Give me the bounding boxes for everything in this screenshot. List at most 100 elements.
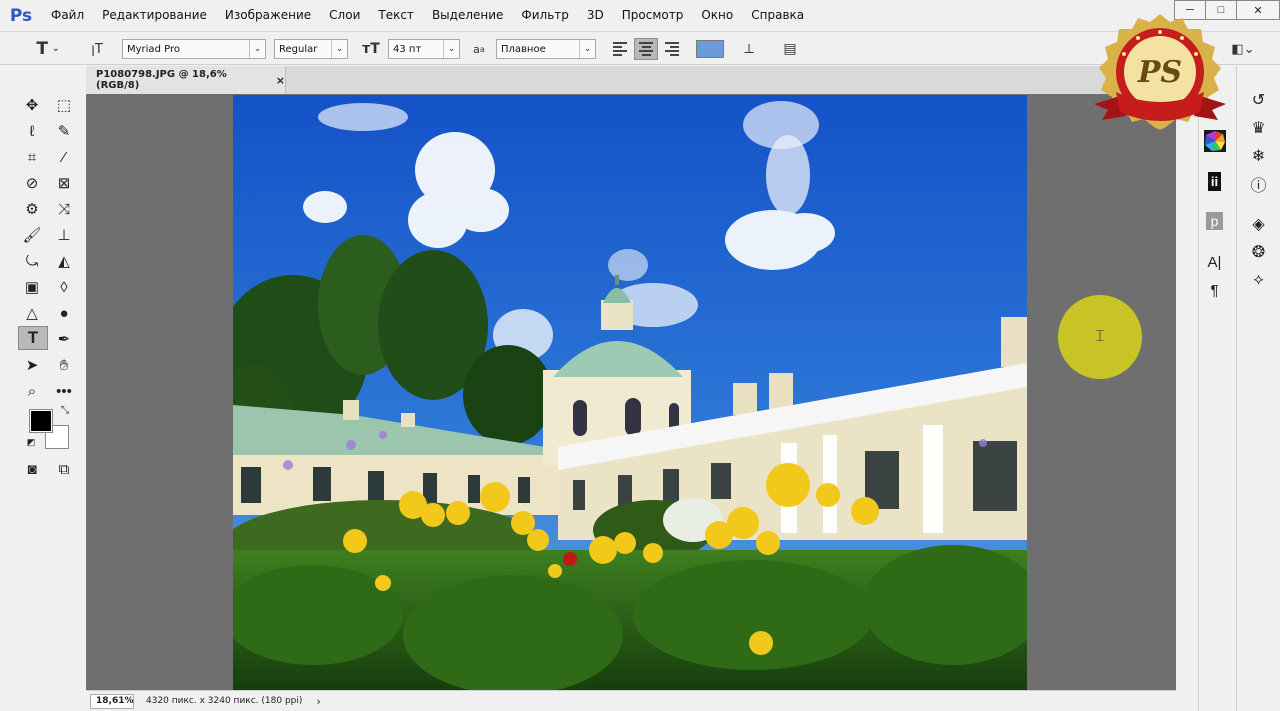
pen-tool[interactable]: ✒︎	[52, 328, 76, 350]
tool-preset-picker[interactable]: T ⌄	[30, 39, 66, 59]
more-tools[interactable]: •••	[52, 380, 76, 402]
font-style-select[interactable]: Regular ⌄	[274, 39, 348, 59]
align-right-icon	[665, 42, 679, 56]
chevron-down-icon: ⌄	[52, 44, 60, 54]
close-button[interactable]: ✕	[1236, 0, 1280, 20]
crop-tool[interactable]: ⌗	[20, 146, 44, 168]
warp-text-icon: ⟂	[744, 41, 754, 57]
channels-panel-button[interactable]: ❂	[1237, 240, 1280, 264]
zoom-tool[interactable]: ⌕	[20, 380, 44, 402]
quick-selection-tool[interactable]: ✎	[52, 120, 76, 142]
align-center-button[interactable]	[634, 38, 658, 60]
text-color-swatch[interactable]	[696, 40, 724, 58]
menu-help[interactable]: Справка	[742, 0, 813, 31]
layers-panel-button[interactable]: ◈	[1237, 212, 1280, 236]
type-tool[interactable]: T	[18, 326, 48, 350]
document-canvas[interactable]	[233, 95, 1027, 691]
font-size-value: 43 пт	[393, 43, 422, 55]
snowflake-icon: ❄	[1251, 148, 1266, 165]
align-left-button[interactable]	[608, 38, 632, 60]
dodge-icon: ●	[59, 304, 69, 322]
menu-type[interactable]: Текст	[369, 0, 423, 31]
plugin-p-button[interactable]: p	[1199, 208, 1230, 234]
text-cursor-icon: ⌶	[1095, 328, 1105, 345]
tab-strip	[286, 66, 1176, 94]
chevron-down-icon: ⌄	[331, 40, 347, 58]
history-icon: ↺	[1251, 92, 1266, 109]
marquee-icon: ⬚	[56, 97, 72, 114]
move-tool[interactable]: ✥	[20, 94, 44, 116]
patch-tool[interactable]: ⊠	[52, 172, 76, 194]
workspace-icon: ◧⌄	[1231, 41, 1255, 57]
menu-3d[interactable]: 3D	[578, 0, 613, 31]
bandage-icon: ⊘	[25, 175, 39, 192]
quick-selection-icon: ✎	[57, 123, 71, 140]
path-selection-tool[interactable]: ➤	[20, 354, 44, 376]
warp-text-button[interactable]: ⟂	[738, 39, 760, 59]
menu-file[interactable]: Файл	[42, 0, 93, 31]
screen-mode-button[interactable]: ⧉	[52, 458, 76, 480]
shuffle-icon: ⤨	[57, 200, 70, 218]
menu-filter[interactable]: Фильтр	[512, 0, 577, 31]
character-panel-button[interactable]: ▤	[778, 39, 802, 59]
shuffle-tool[interactable]: ⤨	[52, 198, 76, 220]
plugin-p-icon: p	[1205, 212, 1224, 230]
eraser-tool[interactable]: ◭	[52, 250, 76, 272]
paragraph-panel-toggle[interactable]: ¶	[1199, 278, 1230, 302]
eraser-icon: ◭	[58, 253, 70, 270]
document-tab[interactable]: P1080798.JPG @ 18,6% (RGB/8) ×	[86, 66, 286, 94]
brush-icon: 🖌︎	[22, 227, 42, 244]
patch-icon: ⊠	[57, 175, 71, 192]
spot-healing-tool[interactable]: ⊘	[20, 172, 44, 194]
move-icon: ✥	[25, 97, 39, 114]
info-panel-button[interactable]: ⓘ	[1237, 172, 1280, 196]
ps-badge-logo: PS	[1094, 14, 1226, 130]
status-menu-arrow-icon[interactable]: ›	[316, 695, 320, 708]
brushes-panel-button[interactable]: ♛	[1237, 116, 1280, 140]
brush-tool[interactable]: 🖌︎	[20, 224, 44, 246]
align-right-button[interactable]	[660, 38, 684, 60]
sharpen-tool[interactable]: △	[20, 302, 44, 324]
dodge-tool[interactable]: ●	[52, 302, 76, 324]
screen-mode-icon: ⧉	[58, 460, 70, 478]
font-family-select[interactable]: Myriad Pro ⌄	[122, 39, 266, 59]
gradient-tool[interactable]: ▣	[20, 276, 44, 298]
menu-view[interactable]: Просмотр	[613, 0, 693, 31]
antialias-select[interactable]: Плавное ⌄	[496, 39, 596, 59]
text-orientation-icon: ꞁT	[91, 41, 103, 57]
character-panel-toggle[interactable]: A|	[1199, 250, 1230, 274]
3d-tool[interactable]: ⚙	[20, 198, 44, 220]
blur-tool[interactable]: ◊	[52, 276, 76, 298]
zoom-field[interactable]: 18,61%	[90, 693, 134, 709]
lasso-tool[interactable]: ℓ	[20, 120, 44, 142]
plugin-ii-button[interactable]: ii	[1199, 168, 1230, 194]
align-left-icon	[613, 42, 627, 56]
font-size-select[interactable]: 43 пт ⌄	[388, 39, 460, 59]
history-brush-tool[interactable]: ⤿	[20, 250, 44, 272]
hand-tool[interactable]: ✋︎	[52, 354, 76, 376]
clone-stamp-tool[interactable]: ⊥	[52, 224, 76, 246]
menu-select[interactable]: Выделение	[423, 0, 512, 31]
default-colors-button[interactable]: ◩	[24, 436, 38, 448]
chevron-down-icon: ⌄	[249, 40, 265, 58]
adjustments-panel-button[interactable]: ❄	[1237, 144, 1280, 168]
marquee-tool[interactable]: ⬚	[52, 94, 76, 116]
crop-icon: ⌗	[27, 148, 37, 166]
foreground-color-swatch[interactable]	[29, 409, 53, 433]
more-icon: •••	[56, 382, 72, 400]
menu-layers[interactable]: Слои	[320, 0, 369, 31]
tab-close-icon[interactable]: ×	[276, 74, 285, 87]
paths-panel-button[interactable]: ⟡	[1237, 268, 1280, 292]
swap-colors-button[interactable]: ⤡	[58, 404, 72, 416]
history-panel-button[interactable]: ↺	[1237, 88, 1280, 112]
quick-mask-button[interactable]: ◙	[20, 458, 44, 480]
eyedropper-tool[interactable]: ⁄	[52, 146, 76, 168]
menu-edit[interactable]: Редактирование	[93, 0, 216, 31]
toggle-text-orientation-button[interactable]: ꞁT	[86, 39, 108, 59]
menu-window[interactable]: Окно	[692, 0, 742, 31]
chevron-down-icon: ⌄	[579, 40, 595, 58]
font-style-value: Regular	[279, 43, 318, 55]
align-center-icon	[639, 42, 653, 56]
workspace-button[interactable]: ◧⌄	[1228, 39, 1258, 59]
menu-image[interactable]: Изображение	[216, 0, 320, 31]
